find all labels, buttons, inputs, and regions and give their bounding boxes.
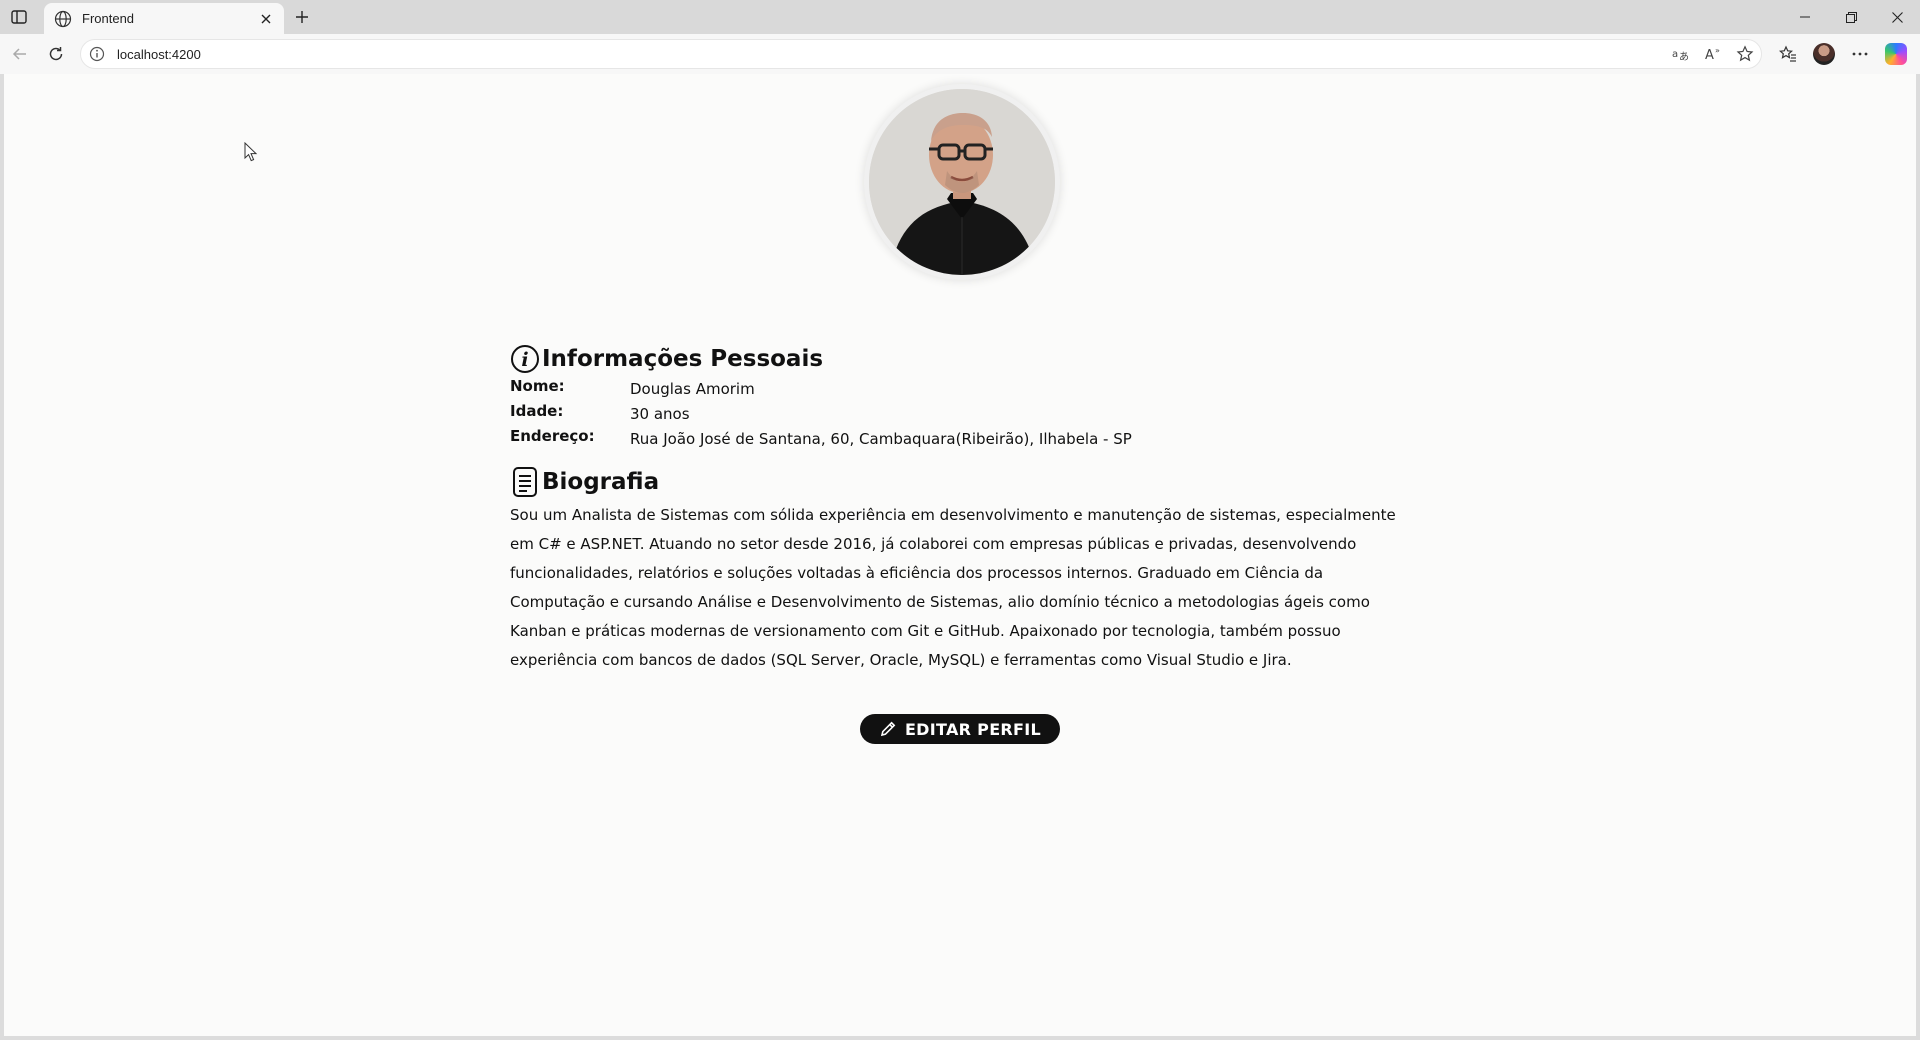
- name-value: Douglas Amorim: [630, 379, 755, 398]
- favorites-icon[interactable]: [1770, 45, 1806, 63]
- biography-title: Biografia: [542, 469, 660, 495]
- tab-close-icon[interactable]: [258, 11, 274, 27]
- biography-line: Kanban e práticas modernas de versioname…: [510, 622, 1341, 640]
- minimize-icon[interactable]: [1782, 0, 1828, 34]
- svg-text:A: A: [1705, 48, 1714, 62]
- url-text[interactable]: localhost:4200: [117, 47, 201, 62]
- address-value: Rua João José de Santana, 60, Cambaquara…: [630, 429, 1132, 448]
- browser-tab[interactable]: Frontend: [44, 3, 284, 34]
- more-options-icon[interactable]: [1842, 52, 1878, 56]
- age-value: 30 anos: [630, 404, 690, 423]
- edit-profile-button[interactable]: EDITAR PERFIL: [860, 714, 1060, 744]
- profile-content: i Informações Pessoais Nome: Douglas Amo…: [510, 342, 1410, 675]
- biography-line: funcionalidades, relatórios e soluções v…: [510, 564, 1324, 582]
- edit-profile-label: EDITAR PERFIL: [904, 719, 1042, 739]
- profile-photo: [864, 84, 1060, 280]
- svg-text:i: i: [521, 349, 528, 371]
- info-row-age: Idade: 30 anos: [510, 401, 1410, 426]
- browser-right-tools: [1770, 40, 1914, 68]
- restore-icon[interactable]: [1828, 0, 1874, 34]
- mouse-cursor-icon: [244, 141, 258, 162]
- info-row-name: Nome: Douglas Amorim: [510, 376, 1410, 401]
- biography-line: em C# e ASP.NET. Atuando no setor desde …: [510, 535, 1357, 553]
- page-viewport: i Informações Pessoais Nome: Douglas Amo…: [4, 74, 1916, 1036]
- biography-line: experiência com bancos de dados (SQL Ser…: [510, 651, 1292, 669]
- back-icon[interactable]: [8, 42, 32, 66]
- tab-title: Frontend: [82, 11, 135, 26]
- sidebar-toggle-icon[interactable]: [8, 7, 30, 27]
- copilot-icon[interactable]: [1878, 43, 1914, 65]
- age-label: Idade:: [510, 401, 564, 420]
- personal-info-heading: i Informações Pessoais: [510, 342, 1410, 376]
- new-tab-icon[interactable]: [290, 5, 314, 29]
- profile-avatar-icon[interactable]: [1806, 43, 1842, 65]
- read-aloud-icon[interactable]: A»: [1697, 46, 1729, 62]
- browser-toolbar: localhost:4200 aあ A»: [0, 34, 1920, 74]
- translate-icon[interactable]: aあ: [1665, 46, 1697, 62]
- document-icon: [510, 466, 540, 498]
- globe-icon: [54, 10, 72, 28]
- svg-text:a: a: [1672, 49, 1678, 60]
- svg-text:»: »: [1715, 46, 1720, 55]
- biography-line: Sou um Analista de Sistemas com sólida e…: [510, 506, 1396, 524]
- address-label: Endereço:: [510, 426, 595, 445]
- pencil-icon: [879, 720, 897, 738]
- close-window-icon[interactable]: [1874, 0, 1920, 34]
- reload-icon[interactable]: [44, 42, 68, 66]
- address-bar[interactable]: localhost:4200 aあ A»: [80, 39, 1762, 69]
- svg-text:あ: あ: [1679, 51, 1689, 62]
- info-icon: i: [510, 343, 540, 375]
- info-row-address: Endereço: Rua João José de Santana, 60, …: [510, 426, 1410, 451]
- biography-heading: Biografia: [510, 465, 1410, 499]
- biography-line: Computação e cursando Análise e Desenvol…: [510, 593, 1370, 611]
- profile-photo-image: [869, 89, 1055, 275]
- browser-titlebar: Frontend: [0, 0, 1920, 34]
- name-label: Nome:: [510, 376, 565, 395]
- site-info-icon[interactable]: [89, 46, 105, 62]
- personal-info-title: Informações Pessoais: [542, 346, 824, 372]
- address-bar-actions: aあ A»: [1665, 40, 1761, 68]
- biography-text: Sou um Analista de Sistemas com sólida e…: [510, 501, 1410, 675]
- favorite-star-icon[interactable]: [1729, 45, 1761, 63]
